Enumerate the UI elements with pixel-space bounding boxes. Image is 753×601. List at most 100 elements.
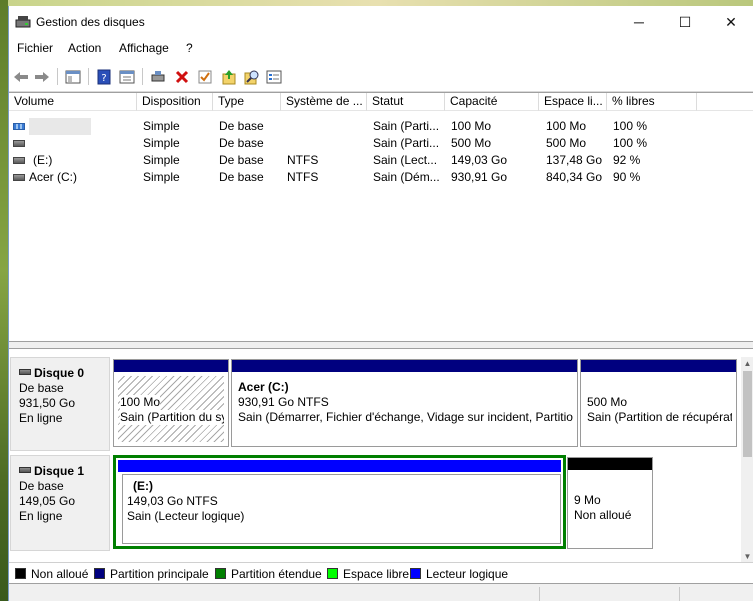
disk-0-label[interactable]: Disque 0 De base 931,50 Go En ligne	[10, 357, 110, 451]
disk-icon	[19, 467, 31, 473]
cell-status: Sain (Parti...	[373, 119, 440, 133]
cell-free-space: 500 Mo	[546, 136, 587, 150]
cell-volume	[29, 118, 91, 135]
partition-title: (E:)	[133, 479, 153, 493]
partition-body: Acer (C:) 930,91 Go NTFS Sain (Démarrer,…	[236, 376, 573, 442]
cell-percent-free: 100 %	[613, 136, 648, 150]
status-bar-pane	[679, 587, 753, 601]
cell-type: De base	[219, 136, 264, 150]
column-header-volume[interactable]: Volume	[9, 93, 137, 111]
cell-volume: (E:)	[33, 153, 53, 167]
table-row[interactable]: Simple De base Sain (Parti... 500 Mo 500…	[9, 135, 753, 152]
column-header-percent-free[interactable]: % libres	[607, 93, 697, 111]
volume-list: Volume Disposition Type Système de ... S…	[9, 92, 753, 342]
partition-size: 100 Mo	[120, 395, 161, 410]
minimize-button[interactable]: ─	[616, 6, 662, 38]
partition-status: Non alloué	[574, 508, 632, 522]
disk-icon	[19, 369, 31, 375]
cell-filesystem: NTFS	[287, 170, 319, 184]
partition-bar	[581, 360, 736, 372]
cell-percent-free: 90 %	[613, 170, 641, 184]
cell-status: Sain (Dém...	[373, 170, 440, 184]
partition-size: 930,91 Go NTFS	[238, 395, 329, 409]
column-header-disposition[interactable]: Disposition	[137, 93, 213, 111]
disk-1-size: 149,05 Go	[19, 494, 76, 508]
title-bar[interactable]: Gestion des disques ─ ☐ ✕	[9, 6, 753, 38]
partition-bar	[118, 460, 561, 472]
delete-icon[interactable]	[173, 68, 191, 85]
disk-1-extended-partition[interactable]: (E:) 149,03 Go NTFS Sain (Lecteur logiqu…	[113, 455, 566, 549]
search-icon[interactable]	[243, 68, 261, 85]
cell-filesystem: NTFS	[287, 153, 319, 167]
column-header-status[interactable]: Statut	[367, 93, 445, 111]
legend-swatch	[327, 568, 338, 579]
console-tree-icon[interactable]	[64, 68, 82, 85]
legend: Non alloué Partition principale Partitio…	[9, 562, 753, 584]
graph-vertical-scrollbar[interactable]: ▲ ▼	[741, 357, 753, 563]
volume-icon	[13, 123, 25, 130]
scrollbar-thumb[interactable]	[743, 371, 752, 457]
maximize-button[interactable]: ☐	[662, 6, 708, 38]
table-row[interactable]: (E:) Simple De base NTFS Sain (Lect... 1…	[9, 152, 753, 169]
svg-text:?: ?	[101, 73, 106, 84]
cell-type: De base	[219, 153, 264, 167]
cell-disposition: Simple	[143, 136, 180, 150]
volume-icon	[13, 174, 25, 181]
column-header-free-space[interactable]: Espace li...	[539, 93, 607, 111]
partition-bar	[114, 360, 228, 372]
menu-help[interactable]: ?	[186, 41, 193, 55]
legend-logical-drive: Lecteur logique	[410, 567, 508, 581]
disk-0-partition-recovery[interactable]: 500 Mo Sain (Partition de récupération)	[580, 359, 737, 447]
disk-0-partition-efi[interactable]: 100 Mo Sain (Partition du système EFI)	[113, 359, 229, 447]
toolbar: ?	[9, 59, 753, 92]
partition-body: 500 Mo Sain (Partition de récupération)	[585, 376, 732, 442]
disk-0-partition-c[interactable]: Acer (C:) 930,91 Go NTFS Sain (Démarrer,…	[231, 359, 578, 447]
partition-status: Sain (Partition du système EFI)	[120, 410, 224, 425]
status-bar-pane	[539, 587, 679, 601]
legend-swatch	[215, 568, 226, 579]
menu-action[interactable]: Action	[68, 41, 101, 55]
legend-swatch	[15, 568, 26, 579]
scroll-up-icon[interactable]: ▲	[741, 357, 753, 370]
cell-volume: Acer (C:)	[29, 170, 77, 184]
check-icon[interactable]	[196, 68, 214, 85]
column-header-capacity[interactable]: Capacité	[445, 93, 539, 111]
help-icon[interactable]: ?	[95, 68, 113, 85]
cell-capacity: 500 Mo	[451, 136, 492, 150]
import-icon[interactable]	[220, 68, 238, 85]
forward-icon[interactable]	[33, 68, 51, 85]
cell-capacity: 930,91 Go	[451, 170, 508, 184]
partition-title: Acer (C:)	[238, 380, 289, 394]
connect-icon[interactable]	[149, 68, 167, 85]
desktop-background-left	[0, 0, 8, 601]
column-header-type[interactable]: Type	[213, 93, 281, 111]
disk-1-state: En ligne	[19, 509, 63, 523]
details-icon[interactable]	[265, 68, 283, 85]
volume-icon	[13, 157, 25, 164]
cell-status: Sain (Parti...	[373, 136, 440, 150]
partition-title	[587, 380, 732, 395]
disk-1-label[interactable]: Disque 1 De base 149,05 Go En ligne	[10, 455, 110, 551]
table-row[interactable]: Acer (C:) Simple De base NTFS Sain (Dém.…	[9, 169, 753, 186]
disk-1-name: Disque 1	[34, 464, 85, 478]
properties-icon[interactable]	[118, 68, 136, 85]
partition-body: (E:) 149,03 Go NTFS Sain (Lecteur logiqu…	[122, 474, 561, 544]
disk-1-unallocated[interactable]: 9 Mo Non alloué	[567, 457, 653, 549]
disk-graphical-view: Disque 0 De base 931,50 Go En ligne 100 …	[9, 348, 753, 563]
cell-free-space: 137,48 Go	[546, 153, 603, 167]
back-icon[interactable]	[12, 68, 30, 85]
partition-bar	[568, 458, 652, 470]
partition-title	[574, 478, 648, 493]
toolbar-separator	[88, 68, 89, 85]
menu-affichage[interactable]: Affichage	[119, 41, 169, 55]
menu-fichier[interactable]: Fichier	[17, 41, 53, 55]
close-button[interactable]: ✕	[708, 6, 753, 38]
partition-body: 100 Mo Sain (Partition du système EFI)	[118, 376, 224, 442]
cell-free-space: 100 Mo	[546, 119, 587, 133]
column-header-filesystem[interactable]: Système de ...	[281, 93, 367, 111]
partition-status: Sain (Partition de récupération)	[587, 410, 732, 424]
window-title: Gestion des disques	[36, 15, 145, 29]
legend-free-space: Espace libre	[327, 567, 409, 581]
partition-title	[120, 380, 224, 395]
table-row[interactable]: Simple De base Sain (Parti... 100 Mo 100…	[9, 118, 753, 135]
